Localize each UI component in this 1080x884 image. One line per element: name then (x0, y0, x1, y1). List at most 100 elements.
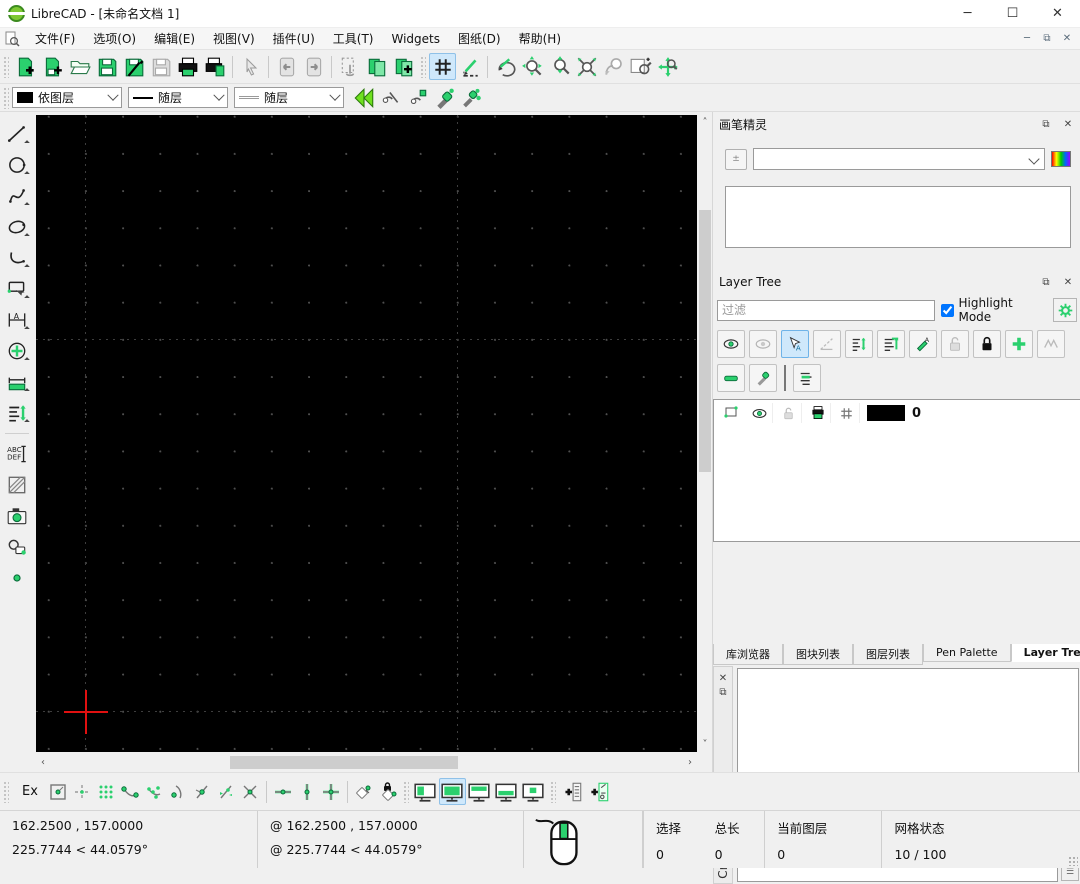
layer-visible-icon[interactable] (747, 403, 773, 423)
polyline-tool-button[interactable] (3, 244, 31, 272)
print-preview-button[interactable] (201, 53, 228, 80)
snap-distance-button[interactable] (214, 780, 238, 804)
menu-view[interactable]: 视图(V) (204, 28, 264, 49)
dock-left-button[interactable] (412, 778, 439, 805)
print-button[interactable] (174, 53, 201, 80)
select-pointer-button-disabled[interactable] (237, 53, 264, 80)
redraw-button[interactable] (492, 53, 519, 80)
dock-top-button[interactable] (466, 778, 493, 805)
new-from-template-button[interactable] (39, 53, 66, 80)
ellipse-tool-button[interactable] (3, 213, 31, 241)
line-tool-button[interactable] (3, 120, 31, 148)
highlight-mode-checkbox[interactable]: Highlight Mode (941, 296, 1047, 324)
drawing-canvas[interactable] (36, 115, 697, 752)
redo-button-disabled[interactable] (300, 53, 327, 80)
pen-wizard-color-button[interactable] (1051, 151, 1071, 167)
snap-middle-button[interactable] (190, 780, 214, 804)
close-panel-icon[interactable]: ✕ (1061, 275, 1075, 289)
dock-float-button[interactable] (520, 778, 547, 805)
tab-library-browser[interactable]: 库浏览器 (713, 644, 783, 665)
menu-tools[interactable]: 工具(T) (324, 28, 383, 49)
snap-ortho-grid-button[interactable] (94, 780, 118, 804)
add-command-widget-button[interactable] (559, 778, 586, 805)
select-tool-button[interactable] (3, 275, 31, 303)
grid-toggle-button[interactable] (429, 53, 456, 80)
toolbar-grip[interactable] (3, 87, 9, 109)
cut-button-disabled[interactable] (336, 53, 363, 80)
menu-widgets[interactable]: Widgets (382, 30, 449, 48)
layer-settings-button[interactable] (1053, 298, 1077, 322)
close-panel-icon[interactable]: ✕ (1061, 117, 1075, 131)
toolbar-grip[interactable] (3, 781, 9, 803)
toolbar-grip[interactable] (420, 56, 426, 78)
draft-mode-button[interactable] (456, 53, 483, 80)
undo-button-disabled[interactable] (273, 53, 300, 80)
dock-bottom-button[interactable] (493, 778, 520, 805)
edit-layer-button[interactable] (749, 364, 777, 392)
restrict-orthogonal-button[interactable] (319, 780, 343, 804)
block-tool-button[interactable] (3, 533, 31, 561)
snap-entity-button[interactable] (142, 780, 166, 804)
float-panel-icon[interactable]: ⧉ (716, 685, 730, 699)
scroll-left-arrow[interactable]: ‹ (36, 757, 50, 768)
resize-grip[interactable] (1068, 856, 1078, 866)
menu-plugins[interactable]: 插件(U) (264, 28, 324, 49)
layer-color-swatch[interactable] (867, 405, 905, 421)
snap-free-button[interactable] (46, 780, 70, 804)
lock-layer-button[interactable] (973, 330, 1001, 358)
pen-wizard-list[interactable] (725, 186, 1071, 248)
image-tool-button[interactable] (3, 502, 31, 530)
save-as-button[interactable] (120, 53, 147, 80)
layer-select-icon[interactable] (718, 403, 744, 423)
open-button[interactable] (66, 53, 93, 80)
text-tool-button[interactable]: ABCDEF (3, 440, 31, 468)
menu-help[interactable]: 帮助(H) (510, 28, 570, 49)
pen-wizard-combobox[interactable] (753, 148, 1045, 170)
add-pen-widget-button[interactable] (586, 778, 613, 805)
measure-layer-button-disabled[interactable] (1037, 330, 1065, 358)
remove-layer-button[interactable] (717, 364, 745, 392)
menu-options[interactable]: 选项(O) (84, 28, 145, 49)
measure-tool-button[interactable] (3, 368, 31, 396)
point-tool-button[interactable] (3, 564, 31, 592)
maximize-button[interactable]: ☐ (990, 0, 1035, 28)
child-window-icon[interactable] (4, 31, 20, 47)
highlight-mode-box[interactable] (941, 304, 954, 317)
restrict-horizontal-button[interactable] (271, 780, 295, 804)
show-all-layers-button[interactable] (717, 330, 745, 358)
horizontal-scroll-thumb[interactable] (230, 756, 458, 769)
copy-pen-button[interactable] (431, 84, 458, 111)
zoom-pan-button[interactable] (654, 53, 681, 80)
child-minimize-button[interactable]: ─ (1018, 31, 1036, 47)
save-button[interactable] (93, 53, 120, 80)
sort-layers-descending-button[interactable] (877, 330, 905, 358)
pen-wizard-option-button[interactable]: ± (725, 149, 747, 170)
snap-grid-button[interactable] (70, 780, 94, 804)
hatch-tool-button[interactable] (3, 471, 31, 499)
add-layer-button[interactable] (1005, 330, 1033, 358)
apply-pen-attributes-button[interactable] (458, 84, 485, 111)
apply-pen-to-entity-button[interactable] (404, 84, 431, 111)
scroll-down-arrow[interactable]: ˅ (698, 739, 712, 750)
layer-print-icon[interactable] (805, 403, 831, 423)
zoom-previous-button-disabled[interactable] (600, 53, 627, 80)
layer-lock-icon[interactable] (776, 403, 802, 423)
menu-file[interactable]: 文件(F) (26, 28, 84, 49)
snap-endpoints-button[interactable] (118, 780, 142, 804)
paste-button[interactable] (390, 53, 417, 80)
save-all-button-disabled[interactable] (147, 53, 174, 80)
back-button[interactable] (350, 84, 377, 111)
copy-button[interactable] (363, 53, 390, 80)
layer-name[interactable]: 0 (912, 406, 921, 421)
child-restore-button[interactable]: ⧉ (1038, 31, 1056, 47)
circle-tool-button[interactable] (3, 151, 31, 179)
float-panel-icon[interactable]: ⧉ (1039, 275, 1053, 289)
hide-all-layers-button[interactable] (749, 330, 777, 358)
layer-filter-input[interactable] (717, 300, 935, 321)
vertical-scrollbar[interactable]: ˄ ˅ (698, 115, 712, 752)
construction-layer-button-disabled[interactable] (813, 330, 841, 358)
restrict-vertical-button[interactable] (295, 780, 319, 804)
zoom-out-button[interactable] (546, 53, 573, 80)
toolbar-grip[interactable] (403, 781, 409, 803)
snap-intersection-button[interactable] (238, 780, 262, 804)
